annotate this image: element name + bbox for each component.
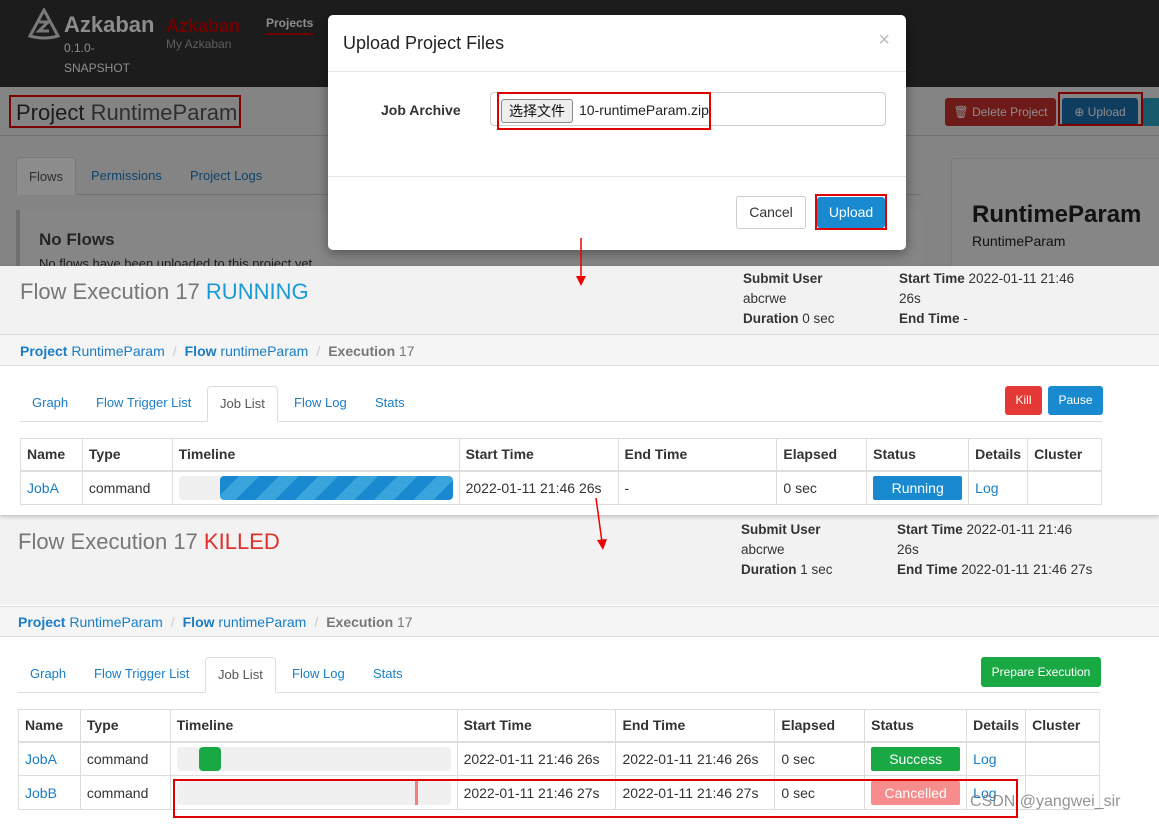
log-link[interactable]: Log [975, 480, 998, 496]
tab-job-list[interactable]: Job List [205, 657, 276, 693]
breadcrumb-execution: Execution 17 [328, 343, 415, 359]
job-list-table: Name Type Timeline Start Time End Time Elapse… [20, 438, 1102, 505]
pause-button[interactable]: Pause [1048, 386, 1103, 415]
execution-meta-right: Start Time 2022-01-11 21:46 26s End Time … [899, 271, 1075, 326]
timeline-bar [176, 746, 451, 771]
col-end-time: End Time [615, 709, 776, 743]
cancel-button[interactable]: Cancel [736, 196, 806, 229]
job-archive-label: Job Archive [381, 102, 461, 118]
tab-graph[interactable]: Graph [18, 657, 78, 690]
col-cluster: Cluster [1025, 709, 1100, 743]
modal-title: Upload Project Files [343, 33, 505, 53]
breadcrumb: Project RuntimeParam / Flow runtimeParam / E… [0, 334, 1159, 366]
tab-flow-trigger-list[interactable]: Flow Trigger List [82, 657, 201, 690]
elapsed: 0 sec [776, 470, 868, 505]
breadcrumb-project[interactable]: Project RuntimeParam [20, 343, 165, 359]
table-row: JobA command 2022-01-11 21:46 26s - 0 se… [20, 470, 1102, 505]
start-time: 2022-01-11 21:46 26s [456, 741, 617, 776]
table-header: Name Type Timeline Start Time End Time Elapse… [18, 709, 1100, 743]
kill-button[interactable]: Kill [1005, 386, 1042, 415]
upload-screen: Azkaban 0.1.0-SNAPSHOT Azkaban My Azkaba… [0, 0, 1159, 266]
timeline-bar [178, 475, 453, 500]
end-time: - [617, 470, 778, 505]
job-link[interactable]: JobA [25, 751, 57, 767]
col-end-time: End Time [617, 438, 778, 472]
col-cluster: Cluster [1027, 438, 1102, 472]
job-type: command [81, 470, 173, 505]
col-timeline: Timeline [171, 438, 460, 472]
execution-status: RUNNING [205, 279, 309, 304]
breadcrumb: Project RuntimeParam / Flow runtimeParam / E… [0, 606, 1159, 637]
execution-meta-left: Submit User abcrwe Duration 1 sec [741, 522, 833, 577]
tab-flow-log[interactable]: Flow Log [282, 386, 359, 419]
col-name: Name [18, 709, 81, 743]
log-link[interactable]: Log [973, 751, 996, 767]
col-elapsed: Elapsed [776, 438, 868, 472]
watermark: CSDN @yangwei_sir [970, 793, 1121, 810]
col-start-time: Start Time [458, 438, 619, 472]
arrow-down-icon [595, 497, 607, 550]
tab-stats[interactable]: Stats [361, 657, 415, 690]
end-time: 2022-01-11 21:46 26s [615, 741, 776, 776]
col-elapsed: Elapsed [774, 709, 866, 743]
col-details: Details [968, 438, 1029, 472]
killed-execution-screen: Flow Execution 17 KILLED Submit User abcr… [0, 515, 1159, 824]
close-icon[interactable]: × [878, 29, 890, 52]
col-start-time: Start Time [456, 709, 617, 743]
execution-title: Flow Execution 17 RUNNING [20, 279, 309, 304]
breadcrumb-flow[interactable]: Flow runtimeParam [185, 343, 309, 359]
col-status: Status [866, 438, 970, 472]
table-row: JobA command 2022-01-11 21:46 26s 2022-0… [18, 741, 1100, 776]
execution-tabs: Graph Flow Trigger List Job List Flow Lo… [18, 657, 1100, 693]
job-link[interactable]: JobA [27, 480, 59, 496]
prepare-execution-button[interactable]: Prepare Execution [981, 657, 1101, 687]
execution-meta-right: Start Time 2022-01-11 21:46 26s End Time … [897, 522, 1093, 577]
breadcrumb-flow[interactable]: Flow runtimeParam [183, 614, 307, 630]
status-badge: Running [873, 475, 963, 500]
execution-meta-left: Submit User abcrwe Duration 0 sec [743, 271, 835, 326]
col-type: Type [81, 438, 173, 472]
job-type: command [79, 775, 171, 810]
col-type: Type [79, 709, 171, 743]
status-badge: Success [871, 746, 961, 771]
col-details: Details [966, 709, 1027, 743]
breadcrumb-execution: Execution 17 [326, 614, 413, 630]
cluster [1025, 741, 1100, 776]
tab-flow-trigger-list[interactable]: Flow Trigger List [84, 386, 203, 419]
elapsed: 0 sec [774, 741, 866, 776]
col-name: Name [20, 438, 83, 472]
running-execution-screen: Flow Execution 17 RUNNING Submit User abc… [0, 266, 1159, 515]
col-status: Status [864, 709, 968, 743]
timeline-progress [219, 475, 453, 500]
cluster [1027, 470, 1102, 505]
execution-tabs: Graph Flow Trigger List Job List Flow Lo… [20, 386, 1102, 422]
tab-stats[interactable]: Stats [363, 386, 417, 419]
tab-flow-log[interactable]: Flow Log [280, 657, 357, 690]
job-type: command [79, 741, 171, 776]
table-header: Name Type Timeline Start Time End Time Elapse… [20, 438, 1102, 472]
execution-status: KILLED [203, 529, 280, 554]
tab-job-list[interactable]: Job List [207, 386, 278, 422]
breadcrumb-project[interactable]: Project RuntimeParam [18, 614, 163, 630]
col-timeline: Timeline [169, 709, 458, 743]
arrow-down-icon [576, 238, 586, 286]
tab-graph[interactable]: Graph [20, 386, 80, 419]
timeline-progress [198, 746, 221, 771]
execution-title: Flow Execution 17 KILLED [18, 529, 280, 554]
upload-modal: Upload Project Files × Job Archive 选择文件 … [328, 15, 906, 250]
job-link[interactable]: JobB [25, 785, 57, 801]
